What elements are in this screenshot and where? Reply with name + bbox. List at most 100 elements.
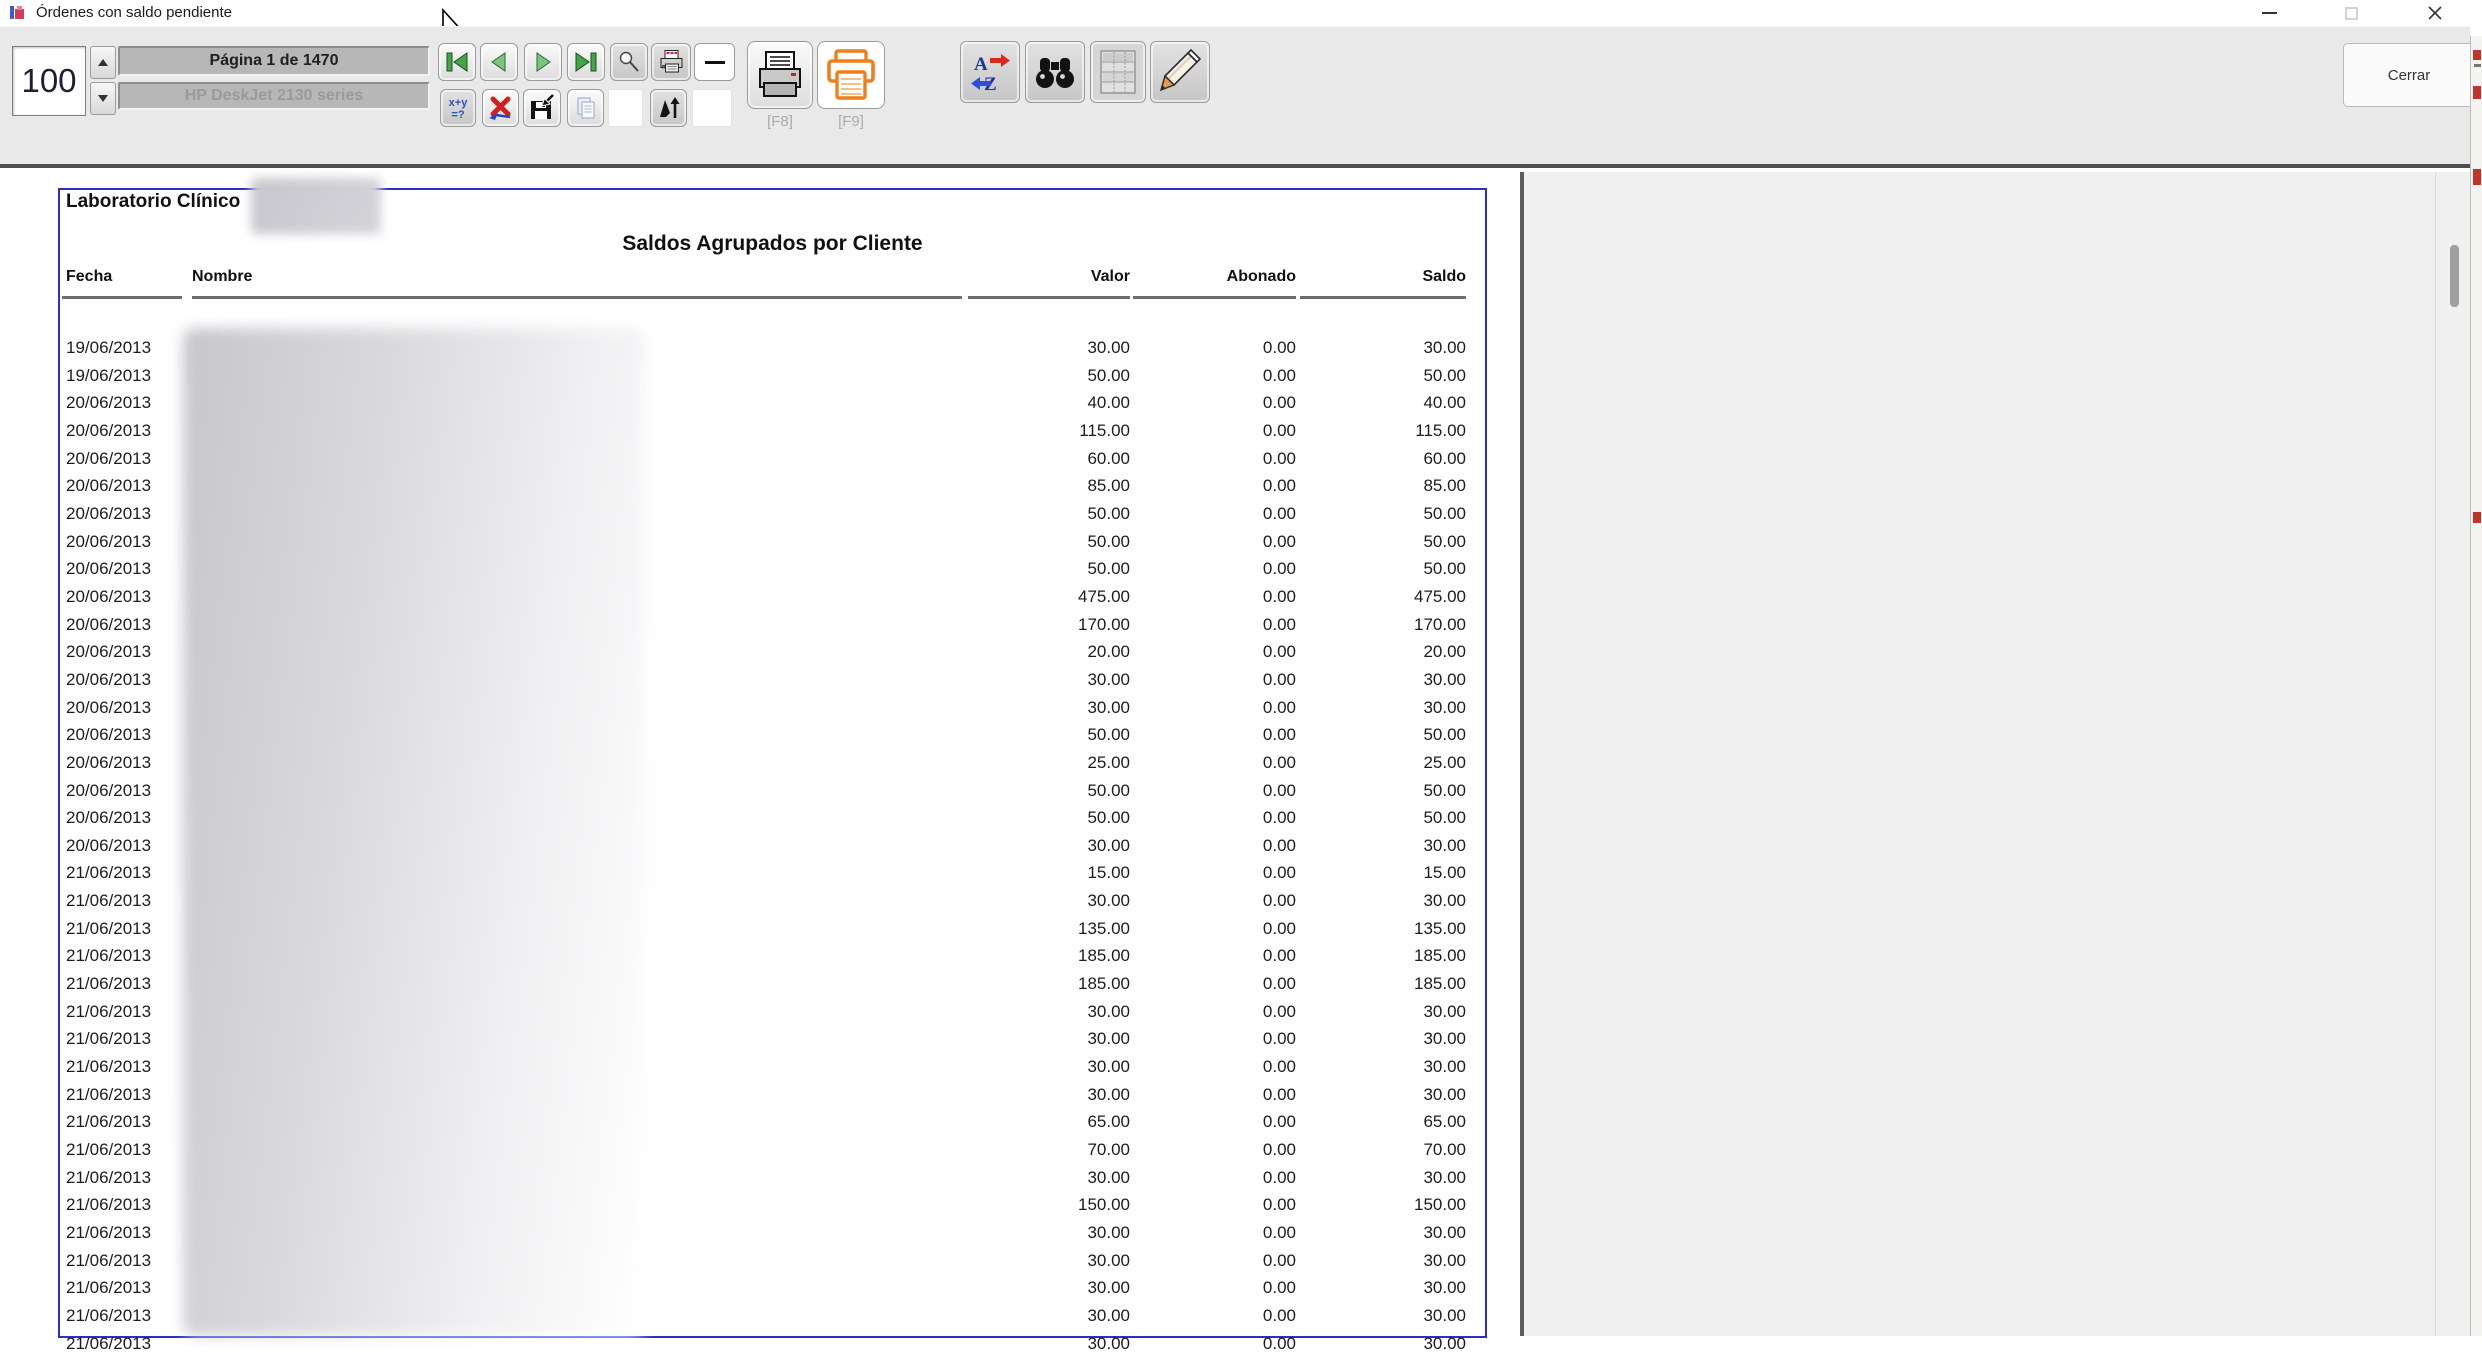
cell-abonado: 0.00	[1146, 555, 1296, 583]
copy-button[interactable]	[567, 89, 604, 127]
background-window-edge	[2470, 36, 2482, 1336]
excel-export-icon	[487, 96, 514, 121]
cell-abonado: 0.00	[1146, 804, 1296, 832]
cell-abonado: 0.00	[1146, 777, 1296, 805]
printer-name-field: HP DeskJet 2130 series	[118, 82, 430, 110]
cell-valor: 170.00	[980, 611, 1130, 639]
report-title: Saldos Agrupados por Cliente	[58, 232, 1487, 256]
cell-fecha: 20/06/2013	[66, 638, 151, 666]
cell-saldo: 15.00	[1316, 859, 1466, 887]
copy-icon	[573, 96, 599, 120]
cell-valor: 50.00	[980, 362, 1130, 390]
cell-valor: 30.00	[980, 1053, 1130, 1081]
chevron-down-icon	[98, 95, 108, 102]
cell-saldo: 475.00	[1316, 583, 1466, 611]
cell-valor: 185.00	[980, 970, 1130, 998]
chevron-up-icon	[98, 59, 108, 66]
close-preview-button[interactable]: Cerrar	[2343, 43, 2475, 107]
cell-saldo: 185.00	[1316, 942, 1466, 970]
cell-fecha: 21/06/2013	[66, 1053, 151, 1081]
window-title: Órdenes con saldo pendiente	[36, 4, 232, 21]
pencil-icon	[1157, 49, 1203, 95]
grid-icon	[1098, 49, 1138, 95]
calculator-button[interactable]: x+y =?	[440, 89, 476, 127]
close-button[interactable]	[2413, 0, 2457, 26]
maximize-icon	[2345, 7, 2358, 20]
cell-fecha: 20/06/2013	[66, 528, 151, 556]
cell-abonado: 0.00	[1146, 998, 1296, 1026]
first-page-button[interactable]	[438, 43, 476, 81]
cell-abonado: 0.00	[1146, 887, 1296, 915]
cell-fecha: 20/06/2013	[66, 389, 151, 417]
cell-valor: 30.00	[980, 1025, 1130, 1053]
minimize-button[interactable]	[2247, 0, 2291, 26]
zoom-increase-button[interactable]	[90, 46, 116, 79]
cell-fecha: 19/06/2013	[66, 334, 151, 362]
cell-valor: 150.00	[980, 1191, 1130, 1219]
cell-abonado: 0.00	[1146, 1330, 1296, 1357]
insert-marker-button[interactable]	[650, 89, 687, 127]
cell-fecha: 20/06/2013	[66, 694, 151, 722]
zoom-level-input[interactable]: 100	[12, 46, 86, 116]
cell-fecha: 20/06/2013	[66, 832, 151, 860]
save-button[interactable]	[523, 89, 561, 127]
cell-abonado: 0.00	[1146, 417, 1296, 445]
scrollbar-thumb[interactable]	[2450, 245, 2459, 307]
dash-button[interactable]	[694, 43, 735, 81]
cell-fecha: 21/06/2013	[66, 942, 151, 970]
cell-saldo: 50.00	[1316, 804, 1466, 832]
grid-button	[1090, 41, 1146, 103]
cell-fecha: 20/06/2013	[66, 777, 151, 805]
print-shortcut-label: [F8]	[747, 113, 813, 130]
cell-valor: 475.00	[980, 583, 1130, 611]
cell-valor: 15.00	[980, 859, 1130, 887]
cell-fecha: 20/06/2013	[66, 583, 151, 611]
search-button[interactable]	[1025, 41, 1085, 103]
cell-saldo: 30.00	[1316, 1247, 1466, 1275]
zoom-decrease-button[interactable]	[90, 82, 116, 115]
cell-valor: 30.00	[980, 1274, 1130, 1302]
zoom-spinner	[90, 46, 116, 116]
quick-print-button[interactable]	[817, 41, 885, 109]
printer-icon	[753, 49, 807, 101]
prev-page-button[interactable]	[480, 43, 518, 81]
sort-button[interactable]: A Z	[960, 41, 1020, 103]
quick-print-shortcut-label: [F9]	[817, 113, 885, 130]
pin-button[interactable]	[610, 43, 648, 81]
cell-fecha: 21/06/2013	[66, 1191, 151, 1219]
binoculars-icon	[1033, 54, 1077, 90]
cell-abonado: 0.00	[1146, 1247, 1296, 1275]
column-header-saldo: Saldo	[1316, 268, 1466, 286]
cell-saldo: 50.00	[1316, 362, 1466, 390]
cell-abonado: 0.00	[1146, 583, 1296, 611]
export-excel-button[interactable]	[482, 89, 519, 127]
last-page-button[interactable]	[567, 43, 605, 81]
cell-abonado: 0.00	[1146, 1053, 1296, 1081]
edge-red-mark	[2473, 169, 2481, 185]
scrollbar-track[interactable]	[2435, 172, 2436, 1336]
cell-saldo: 20.00	[1316, 638, 1466, 666]
cell-fecha: 21/06/2013	[66, 1247, 151, 1275]
cell-fecha: 20/06/2013	[66, 611, 151, 639]
edit-button[interactable]	[1150, 41, 1210, 103]
cell-abonado: 0.00	[1146, 859, 1296, 887]
cell-valor: 30.00	[980, 666, 1130, 694]
cell-abonado: 0.00	[1146, 1108, 1296, 1136]
cell-abonado: 0.00	[1146, 1025, 1296, 1053]
cursor-arrow-icon	[656, 95, 682, 121]
next-page-button[interactable]	[524, 43, 562, 81]
cell-valor: 30.00	[980, 1330, 1130, 1357]
company-name: Laboratorio Clínico	[66, 191, 240, 213]
prev-page-icon	[486, 51, 512, 73]
cell-abonado: 0.00	[1146, 666, 1296, 694]
header-underline	[1133, 296, 1296, 299]
cell-fecha: 20/06/2013	[66, 555, 151, 583]
cell-valor: 135.00	[980, 915, 1130, 943]
print-button[interactable]	[747, 41, 813, 109]
print-setup-button[interactable]	[651, 43, 691, 81]
svg-text:=?: =?	[451, 109, 464, 121]
cell-valor: 85.00	[980, 472, 1130, 500]
page-indicator-field[interactable]: Página 1 de 1470	[118, 46, 430, 76]
cell-saldo: 135.00	[1316, 915, 1466, 943]
save-icon	[528, 94, 556, 122]
